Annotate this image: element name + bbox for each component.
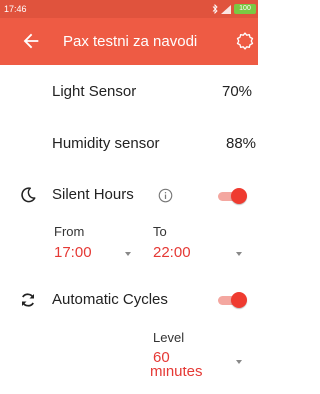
moon-icon [21, 187, 36, 203]
silent-hours-label: Silent Hours [52, 186, 134, 203]
automatic-cycles-label: Automatic Cycles [52, 291, 168, 308]
sensor-value-light: 70% [222, 83, 253, 100]
sensor-label-humidity: Humidity sensor [52, 135, 160, 152]
automatic-cycles-toggle[interactable] [216, 292, 247, 308]
status-bar: 17:46 100 [0, 0, 258, 18]
settings-gear-icon[interactable] [235, 31, 255, 51]
dropdown-arrow-icon[interactable] [236, 360, 242, 364]
app-bar: Pax testni za navodi [0, 18, 258, 65]
battery-indicator: 100 [234, 4, 256, 14]
from-time-select[interactable]: 17:00 [54, 244, 92, 261]
bluetooth-icon [212, 4, 218, 14]
to-label: To [153, 224, 167, 239]
page-title: Pax testni za navodi [63, 33, 198, 50]
level-value-unit[interactable]: minutes [150, 367, 220, 379]
info-icon[interactable] [158, 188, 173, 203]
silent-hours-toggle[interactable] [216, 188, 247, 204]
sensor-label-light: Light Sensor [52, 83, 137, 100]
toggle-thumb [231, 292, 247, 308]
dropdown-arrow-icon[interactable] [236, 252, 242, 256]
status-time: 17:46 [4, 4, 27, 14]
level-label: Level [153, 330, 185, 345]
status-icons: 100 [212, 3, 256, 15]
to-time-select[interactable]: 22:00 [153, 244, 191, 261]
dropdown-arrow-icon[interactable] [125, 252, 131, 256]
refresh-cycle-icon [22, 293, 34, 307]
signal-icon [221, 4, 231, 14]
toggle-thumb [231, 188, 247, 204]
back-arrow-icon[interactable] [20, 30, 42, 52]
level-value-select[interactable]: 60 [153, 349, 170, 366]
from-label: From [54, 224, 85, 239]
sensor-value-humidity: 88% [226, 135, 257, 152]
level-value-overflow: minutes [150, 367, 220, 382]
